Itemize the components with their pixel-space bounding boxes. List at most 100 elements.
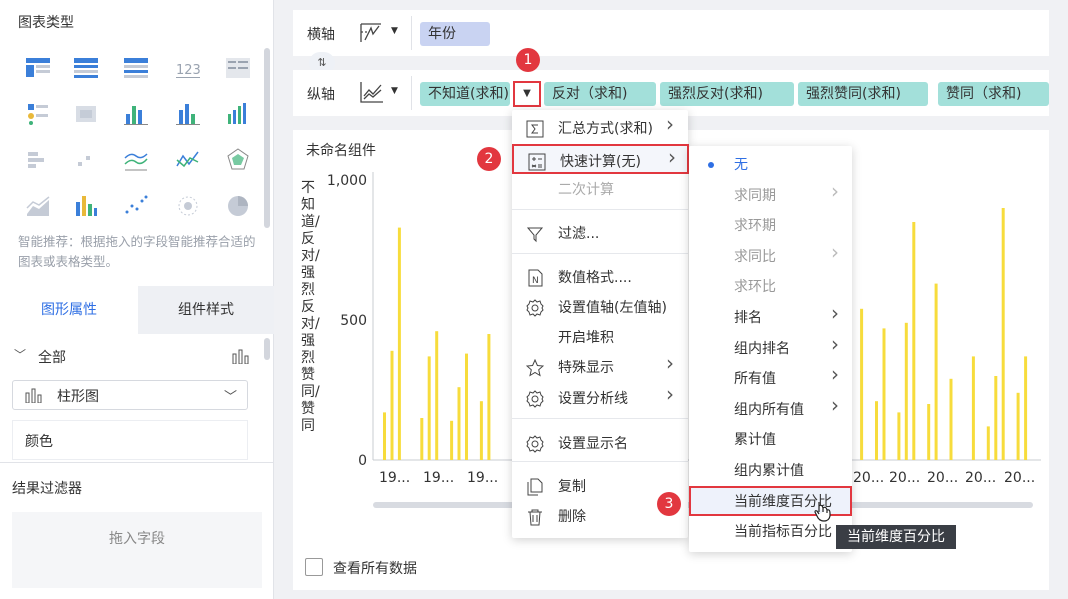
y-tick-label: 500: [340, 313, 367, 329]
bar-chart-icon: [25, 387, 43, 407]
y-field-pill[interactable]: 强烈反对(求和): [660, 82, 794, 106]
all-property-row[interactable]: ﹀ 全部: [14, 346, 254, 370]
bar[interactable]: [383, 412, 386, 460]
pie-chart-icon[interactable]: [224, 192, 252, 220]
bar[interactable]: [912, 222, 916, 460]
bar[interactable]: [450, 420, 454, 460]
caret-down-icon[interactable]: ▼: [391, 86, 398, 96]
bar[interactable]: [427, 356, 431, 460]
y-field-pill[interactable]: 赞同（求和): [938, 82, 1049, 106]
bar[interactable]: [487, 334, 491, 460]
quick-calc-option[interactable]: 组内所有值 ›: [689, 393, 852, 424]
smart-recommend-hint: 智能推荐：根据拖入的字段智能推荐合适的图表或表格类型。: [18, 234, 256, 269]
bar[interactable]: [435, 331, 439, 460]
kpi-card-icon[interactable]: [24, 100, 52, 128]
bar[interactable]: [897, 412, 901, 460]
line-chart-icon[interactable]: [122, 146, 150, 174]
menu-item-set-value-axis[interactable]: 设置值轴(左值轴): [512, 292, 688, 322]
y-field-pill[interactable]: 反对（求和): [544, 82, 656, 106]
crosstab-icon[interactable]: [72, 54, 100, 82]
combo-chart-icon[interactable]: [174, 146, 202, 174]
chart-types-scrollbar[interactable]: [264, 48, 270, 228]
colored-bar-icon[interactable]: [72, 192, 100, 220]
chevron-right-icon: ›: [666, 112, 674, 136]
radar-chart-icon[interactable]: [224, 146, 252, 174]
table-icon[interactable]: [24, 54, 52, 82]
quick-calc-option[interactable]: 累计值: [689, 424, 852, 454]
menu-item-special-display[interactable]: 特殊显示 ›: [512, 351, 688, 382]
bar[interactable]: [927, 404, 931, 460]
bar[interactable]: [934, 283, 938, 460]
multi-bar-icon[interactable]: [224, 100, 252, 128]
kpi-number-icon[interactable]: 123: [174, 54, 202, 82]
bar[interactable]: [397, 227, 401, 460]
field-dropdown-button[interactable]: ▼: [513, 81, 541, 107]
stacked-bar-icon[interactable]: [122, 100, 150, 128]
quick-calc-option[interactable]: 组内累计值: [689, 455, 852, 485]
divider: [411, 16, 412, 50]
menu-item-analysis-line[interactable]: 设置分析线 ›: [512, 382, 688, 413]
bar[interactable]: [949, 378, 953, 460]
quick-calc-option[interactable]: 排名 ›: [689, 301, 852, 332]
x-field-pill[interactable]: 年份: [420, 22, 490, 46]
bar[interactable]: [1001, 208, 1005, 460]
gear-icon: [526, 435, 544, 453]
menu-item-quick-calc[interactable]: 快速计算(无) ›: [512, 144, 689, 174]
bar[interactable]: [420, 418, 424, 460]
menu-item-aggregation[interactable]: 汇总方式(求和) ›: [512, 112, 688, 143]
grouped-bar-icon[interactable]: [24, 146, 52, 174]
menu-item-enable-stack[interactable]: 开启堆积: [512, 322, 688, 352]
quick-calc-option[interactable]: 无: [689, 149, 852, 179]
dot-chart-icon[interactable]: [122, 192, 150, 220]
detail-table-icon[interactable]: [224, 54, 252, 82]
bar[interactable]: [994, 376, 998, 460]
bar[interactable]: [457, 387, 461, 460]
bubble-chart-icon[interactable]: [174, 192, 202, 220]
bar[interactable]: [882, 328, 886, 460]
menu-item-display-name[interactable]: 设置显示名: [512, 428, 688, 458]
y-field-pill[interactable]: 不知道(求和): [420, 82, 510, 106]
bar[interactable]: [1024, 356, 1028, 460]
x-tick-label: 20...: [927, 470, 958, 486]
x-axis-label: 横轴: [307, 27, 335, 43]
quick-calc-option-label: 求同期: [734, 187, 776, 204]
bar[interactable]: [390, 350, 394, 460]
bar[interactable]: [904, 322, 908, 460]
area-chart-icon[interactable]: [24, 192, 52, 220]
tab-graphic-props[interactable]: 图形属性: [0, 286, 138, 334]
quick-calc-option-label: 累计值: [734, 432, 776, 449]
quick-calc-option[interactable]: 组内排名 ›: [689, 332, 852, 363]
bar[interactable]: [1016, 392, 1020, 460]
axis-type-icon[interactable]: [359, 20, 385, 48]
bar[interactable]: [860, 308, 864, 460]
props-scrollbar[interactable]: [264, 338, 270, 360]
quick-calc-option-label: 组内排名: [734, 340, 790, 357]
menu-item-label: 删除: [558, 509, 586, 525]
quick-calc-option-label: 所有值: [734, 371, 776, 388]
result-filter-dropzone[interactable]: 拖入字段: [12, 512, 262, 588]
scatter-small-icon[interactable]: [72, 146, 100, 174]
quick-calc-option-label: 求同比: [734, 248, 776, 265]
bar[interactable]: [986, 426, 990, 460]
bar[interactable]: [465, 353, 468, 460]
menu-item-number-format[interactable]: N 数值格式....: [512, 262, 688, 292]
bar[interactable]: [479, 401, 483, 460]
chart-type-select[interactable]: 柱形图 ﹀: [12, 380, 248, 410]
line-chart-icon[interactable]: [359, 80, 385, 108]
color-property[interactable]: 颜色: [12, 420, 248, 460]
divider: [0, 462, 274, 463]
heatmap-table-icon[interactable]: [72, 100, 100, 128]
grouped-table-icon[interactable]: [122, 54, 150, 82]
menu-item-label: 开启堆积: [558, 330, 614, 346]
y-field-pill[interactable]: 强烈赞同(求和): [798, 82, 928, 106]
y-tick-label: 1,000: [327, 173, 367, 189]
bar[interactable]: [971, 356, 975, 460]
chevron-right-icon: ›: [666, 351, 674, 375]
menu-item-filter[interactable]: 过滤...: [512, 218, 688, 248]
bar[interactable]: [875, 401, 878, 460]
bar-chart-icon[interactable]: [174, 100, 202, 128]
tab-component-style[interactable]: 组件样式: [138, 286, 274, 334]
quick-calc-option[interactable]: 所有值 ›: [689, 362, 852, 393]
caret-down-icon[interactable]: ▼: [391, 26, 398, 36]
view-all-checkbox[interactable]: [305, 558, 323, 576]
